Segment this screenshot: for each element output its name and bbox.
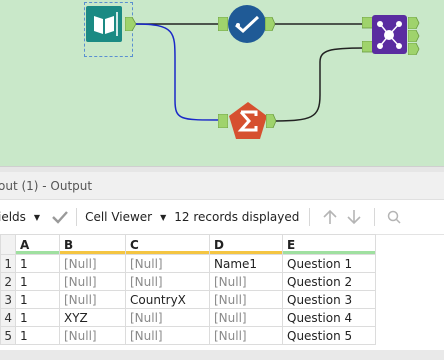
row-number: 1 [0,254,16,273]
grid-cell[interactable]: [Null] [125,326,210,345]
row-number: 5 [0,326,16,345]
table-row[interactable]: 2 1 [Null] [Null] [Null] Question 2 [0,272,444,291]
sigma-icon [229,102,267,139]
column-header[interactable]: E [282,234,376,255]
workflow-canvas[interactable] [0,0,444,166]
column-type-bar [283,251,375,254]
table-row[interactable]: 5 1 [Null] [Null] [Null] Question 5 [0,326,444,345]
toolbar-divider [309,208,311,226]
arrow-down-icon [347,210,361,225]
column-header[interactable]: A [15,234,60,255]
results-toolbar: ields ▼ Cell Viewer ▼ 12 records display… [0,200,444,235]
grid-cell[interactable]: Question 5 [282,326,376,345]
toolbar-divider [374,208,376,226]
fields-label: ields [0,210,26,224]
table-row[interactable]: 1 1 [Null] [Null] Name1 Question 1 [0,254,444,273]
column-type-bar [60,251,125,254]
results-window-title: out (1) - Output [0,172,444,200]
results-grid[interactable]: A B C D E 1 1 [Null] [Null] Name1 Questi… [0,234,444,345]
grid-cell[interactable]: 1 [15,272,60,291]
grid-cell[interactable]: [Null] [125,272,210,291]
column-type-bar [16,251,59,254]
toolbar-divider [76,208,78,226]
grid-cell[interactable]: Question 2 [282,272,376,291]
grid-empty-area [376,273,444,291]
grid-empty-area [376,309,444,327]
grid-cell[interactable]: [Null] [125,308,210,327]
grid-cell[interactable]: 1 [15,308,60,327]
grid-cell[interactable]: [Null] [209,308,283,327]
checkmark-icon [228,5,266,43]
grid-empty-area [376,291,444,309]
grid-cell[interactable]: [Null] [59,326,126,345]
caret-down-icon: ▼ [160,212,167,222]
horizontal-scrollbar[interactable] [0,350,444,360]
grid-cell[interactable]: CountryX [125,290,210,309]
grid-cell[interactable]: Name1 [209,254,283,273]
column-type-bar [126,251,209,254]
row-number: 3 [0,290,16,309]
grid-cell[interactable]: 1 [15,290,60,309]
records-count: 12 records displayed [174,210,300,224]
connection-input-to-summarize[interactable] [134,23,221,121]
grid-cell[interactable]: [Null] [209,272,283,291]
row-number: 2 [0,272,16,291]
caret-down-icon: ▼ [33,212,41,222]
column-type-bar [210,251,282,254]
grid-cell[interactable]: Question 1 [282,254,376,273]
grid-cell[interactable]: [Null] [209,290,283,309]
checkmark-icon [52,211,68,224]
grid-cell[interactable]: Question 3 [282,290,376,309]
apply-check-button[interactable] [52,210,68,224]
results-title-text: out (1) - Output [0,179,93,193]
fields-dropdown[interactable]: ields ▼ [0,210,40,224]
column-header[interactable]: C [125,234,210,255]
grid-cell[interactable]: 1 [15,254,60,273]
grid-header-row: A B C D E [0,234,444,255]
row-number: 4 [0,308,16,327]
column-name: E [287,237,296,252]
filter-tool[interactable] [227,4,269,46]
grid-cell[interactable]: [Null] [209,326,283,345]
grid-cell[interactable]: XYZ [59,308,126,327]
column-name: B [64,237,74,252]
grid-cell[interactable]: [Null] [125,254,210,273]
grid-cell[interactable]: Question 4 [282,308,376,327]
grid-empty-area [375,234,444,255]
column-name: D [214,237,224,252]
scroll-down-button[interactable] [346,209,362,225]
table-row[interactable]: 4 1 XYZ [Null] [Null] Question 4 [0,308,444,327]
cell-viewer-dropdown[interactable]: Cell Viewer ▼ [85,210,166,224]
grid-cell[interactable]: [Null] [59,290,126,309]
join-tool[interactable] [372,15,408,55]
column-name: C [130,237,139,252]
grid-empty-area [376,327,444,345]
search-icon [388,210,401,224]
summarize-tool[interactable] [228,102,268,140]
table-row[interactable]: 3 1 [Null] CountryX [Null] Question 3 [0,290,444,309]
book-icon [86,6,122,42]
connection-summarize-to-join[interactable] [271,47,365,122]
arrow-up-icon [323,209,337,224]
grid-empty-area [376,255,444,273]
cell-viewer-label: Cell Viewer [85,210,153,224]
scroll-up-button[interactable] [322,209,338,225]
join-network-icon [372,15,407,54]
grid-cell[interactable]: [Null] [59,254,126,273]
column-header[interactable]: B [59,234,126,255]
search-button[interactable] [387,210,401,224]
grid-cell[interactable]: 1 [15,326,60,345]
row-number-header [0,234,16,255]
grid-cell[interactable]: [Null] [59,272,126,291]
text-input-tool[interactable] [86,6,126,46]
column-name: A [20,237,30,252]
column-header[interactable]: D [209,234,283,255]
